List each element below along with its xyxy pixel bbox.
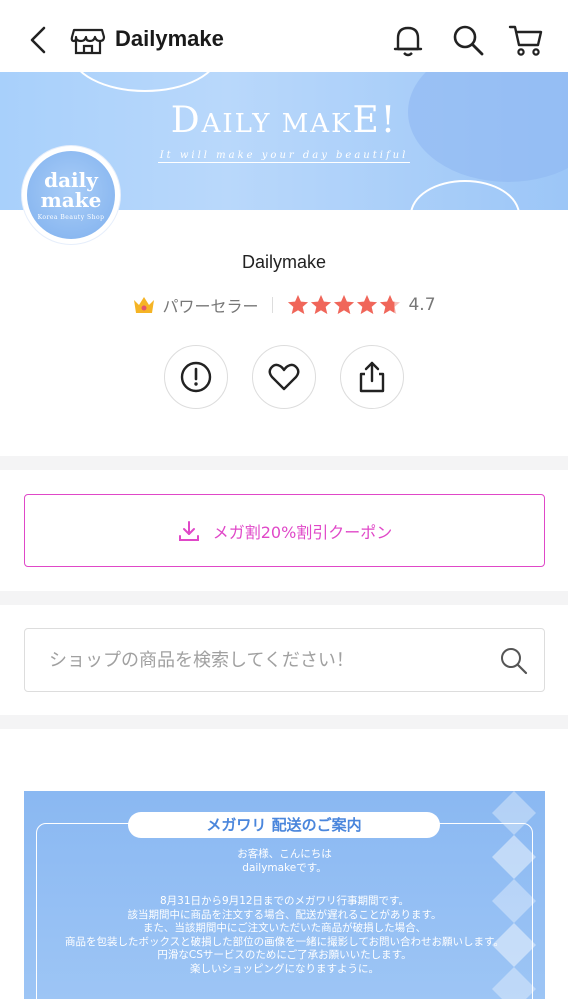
notice-greeting: お客様、こんにちは dailymakeです。 [237, 848, 332, 874]
share-icon [359, 361, 385, 393]
cart-icon [508, 25, 543, 56]
download-icon [178, 520, 199, 541]
report-button[interactable] [164, 345, 228, 409]
coupon-download-button[interactable]: メガ割20%割引クーポン [24, 494, 545, 567]
shop-title: Dailymake [241, 252, 327, 272]
shipping-notice-image: メガワリ 配送のご案内 お客様、こんにちは dailymakeです。 8月31日… [24, 791, 545, 999]
favorite-button[interactable] [252, 345, 316, 409]
store-icon [70, 28, 106, 55]
rating-value: 4.7 [408, 295, 436, 315]
alert-circle-icon [180, 361, 212, 393]
heart-icon [268, 363, 300, 391]
shop-search-box [24, 628, 545, 692]
search-icon [453, 25, 484, 56]
star-icon [380, 295, 401, 314]
app-header: Dailymake [0, 0, 568, 72]
notice-title: メガワリ 配送のご案内 [128, 812, 440, 838]
shop-logo: daily make Korea Beauty Shop [22, 146, 120, 244]
section-divider [0, 715, 568, 729]
seller-rating-row: パワーセラー 4.7 [0, 290, 568, 320]
section-divider [0, 591, 568, 605]
shop-search-input[interactable] [49, 629, 489, 691]
crown-icon [134, 297, 155, 313]
star-icon [334, 295, 355, 314]
coupon-label: メガ割20%割引クーポン [212, 522, 393, 542]
section-divider [0, 456, 568, 470]
header-search-button[interactable] [448, 20, 488, 60]
back-button[interactable] [24, 22, 52, 58]
star-icon [357, 295, 378, 314]
chevron-left-icon [30, 26, 46, 54]
notification-button[interactable] [388, 20, 428, 60]
shop-actions [0, 345, 568, 409]
star-icon [288, 295, 309, 314]
bell-icon [393, 26, 423, 57]
banner-tagline: It will make your day beautiful [158, 150, 410, 163]
cart-button[interactable] [506, 20, 546, 60]
header-shop-name: Dailymake [115, 26, 224, 51]
seller-grade-label: パワーセラー [162, 297, 259, 316]
share-button[interactable] [340, 345, 404, 409]
banner-title: DAILY MAKE! [170, 100, 398, 141]
divider [272, 297, 274, 313]
search-icon[interactable] [498, 645, 530, 677]
rating-stars [287, 294, 402, 316]
notice-body: 8月31日から9月12日までのメガワリ行事期間です。 該当期間中に商品を注文する… [64, 895, 504, 975]
star-icon [311, 295, 332, 314]
